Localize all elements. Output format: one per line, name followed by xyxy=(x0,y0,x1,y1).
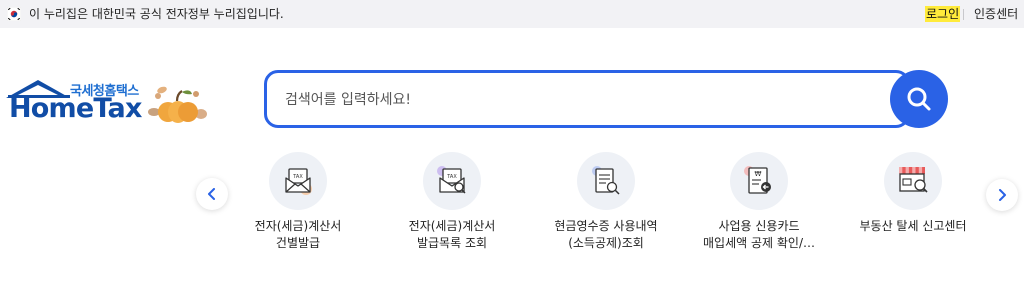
logo-title[interactable]: HomeTax xyxy=(9,93,142,125)
business-card-receipt-icon: ₩ xyxy=(730,152,788,210)
chevron-right-icon xyxy=(999,189,1006,201)
search-icon xyxy=(907,87,931,111)
carousel-next-button[interactable] xyxy=(986,179,1018,211)
quick-menu-label: 전자(세금)계산서 발급목록 조회 xyxy=(408,219,496,250)
tax-invoice-search-icon: TAX xyxy=(423,152,481,210)
quick-menu-item-tax-invoice-list[interactable]: TAX 전자(세금)계산서 발급목록 조회 xyxy=(377,152,527,262)
quick-menu-item-real-estate-report[interactable]: 부동산 탈세 신고센터 xyxy=(838,152,988,262)
quick-menu-label: 전자(세금)계산서 건별발급 xyxy=(254,219,342,250)
search-box xyxy=(264,70,910,128)
quick-menu-label: 현금영수증 사용내역 (소득공제)조회 xyxy=(554,219,658,250)
login-link[interactable]: 로그인 xyxy=(925,6,961,22)
chevron-left-icon xyxy=(208,188,215,200)
cert-center-link[interactable]: 인증센터 xyxy=(974,6,1018,22)
quick-menu-label: 부동산 탈세 신고센터 xyxy=(859,219,967,233)
cash-receipt-search-icon xyxy=(577,152,635,210)
svg-text:TAX: TAX xyxy=(292,174,303,180)
korea-flag-icon xyxy=(7,7,21,21)
pumpkin-decoration-icon xyxy=(148,86,207,123)
gov-banner: 이 누리집은 대한민국 공식 전자정부 누리집입니다. 로그인 인증센터 xyxy=(0,0,1024,28)
quick-menu-item-cash-receipt[interactable]: 현금영수증 사용내역 (소득공제)조회 xyxy=(531,152,681,262)
divider xyxy=(963,9,964,20)
search-input[interactable] xyxy=(285,87,845,113)
gov-notice-text: 이 누리집은 대한민국 공식 전자정부 누리집입니다. xyxy=(29,7,284,21)
svg-text:₩: ₩ xyxy=(755,170,762,178)
svg-text:TAX: TAX xyxy=(446,174,457,180)
store-search-icon xyxy=(884,152,942,210)
quick-menu-item-business-card[interactable]: ₩ 사업용 신용카드 매입세액 공제 확인/… xyxy=(684,152,834,262)
quick-menu-label: 사업용 신용카드 매입세액 공제 확인/… xyxy=(703,219,815,250)
search-button[interactable] xyxy=(890,70,948,128)
quick-menu-item-tax-invoice-issue[interactable]: TAX 전자(세금)계산서 건별발급 xyxy=(223,152,373,262)
tax-invoice-envelope-icon: TAX xyxy=(269,152,327,210)
